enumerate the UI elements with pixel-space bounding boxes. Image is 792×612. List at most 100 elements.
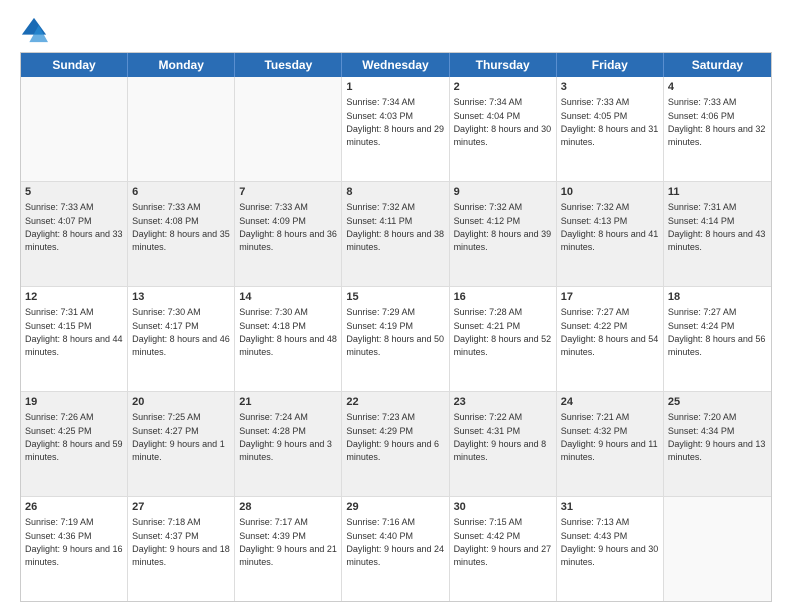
- cell-info: Sunrise: 7:17 AM Sunset: 4:39 PM Dayligh…: [239, 517, 337, 567]
- cell-info: Sunrise: 7:33 AM Sunset: 4:06 PM Dayligh…: [668, 97, 766, 147]
- day-number: 30: [454, 500, 552, 514]
- calendar-cell-22: 22Sunrise: 7:23 AM Sunset: 4:29 PM Dayli…: [342, 392, 449, 496]
- calendar-cell-10: 10 Sunrise: 7:32 AM Sunset: 4:13 PM Dayli…: [557, 182, 664, 286]
- cell-info: Sunrise: 7:32 AM Sunset: 4:12 PM Dayligh…: [454, 202, 552, 252]
- calendar-cell-4: 4 Sunrise: 7:33 AM Sunset: 4:06 PM Daylig…: [664, 77, 771, 181]
- cell-info: Sunrise: 7:23 AM Sunset: 4:29 PM Dayligh…: [346, 412, 439, 462]
- calendar-row-2: 12 Sunrise: 7:31 AM Sunset: 4:15 PM Dayli…: [21, 287, 771, 392]
- day-number: 3: [561, 80, 659, 94]
- cell-info: Sunrise: 7:32 AM Sunset: 4:11 PM Dayligh…: [346, 202, 444, 252]
- day-number: 9: [454, 185, 552, 199]
- logo-icon: [20, 16, 48, 44]
- calendar-cell-11: 11Sunrise: 7:31 AM Sunset: 4:14 PM Dayli…: [664, 182, 771, 286]
- day-number: 14: [239, 290, 337, 304]
- day-number: 21: [239, 395, 337, 409]
- calendar-row-1: 5 Sunrise: 7:33 AM Sunset: 4:07 PM Daylig…: [21, 182, 771, 287]
- calendar-cell-26: 26 Sunrise: 7:19 AM Sunset: 4:36 PM Dayli…: [21, 497, 128, 601]
- cell-info: Sunrise: 7:22 AM Sunset: 4:31 PM Dayligh…: [454, 412, 547, 462]
- day-number: 20: [132, 395, 230, 409]
- cell-info: Sunrise: 7:33 AM Sunset: 4:07 PM Dayligh…: [25, 202, 123, 252]
- calendar-cell-empty-0-0: [21, 77, 128, 181]
- day-number: 26: [25, 500, 123, 514]
- cell-info: Sunrise: 7:18 AM Sunset: 4:37 PM Dayligh…: [132, 517, 230, 567]
- day-number: 8: [346, 185, 444, 199]
- calendar-cell-25: 25 Sunrise: 7:20 AM Sunset: 4:34 PM Dayli…: [664, 392, 771, 496]
- calendar-cell-23: 23Sunrise: 7:22 AM Sunset: 4:31 PM Dayli…: [450, 392, 557, 496]
- calendar-cell-7: 7 Sunrise: 7:33 AM Sunset: 4:09 PM Daylig…: [235, 182, 342, 286]
- cell-info: Sunrise: 7:20 AM Sunset: 4:34 PM Dayligh…: [668, 412, 766, 462]
- cell-info: Sunrise: 7:34 AM Sunset: 4:03 PM Dayligh…: [346, 97, 444, 147]
- calendar-cell-9: 9 Sunrise: 7:32 AM Sunset: 4:12 PM Daylig…: [450, 182, 557, 286]
- logo: [20, 16, 52, 44]
- day-number: 15: [346, 290, 444, 304]
- calendar-cell-15: 15 Sunrise: 7:29 AM Sunset: 4:19 PM Dayli…: [342, 287, 449, 391]
- header-day-saturday: Saturday: [664, 53, 771, 77]
- calendar-cell-14: 14 Sunrise: 7:30 AM Sunset: 4:18 PM Dayli…: [235, 287, 342, 391]
- cell-info: Sunrise: 7:30 AM Sunset: 4:17 PM Dayligh…: [132, 307, 230, 357]
- calendar-cell-19: 19 Sunrise: 7:26 AM Sunset: 4:25 PM Dayli…: [21, 392, 128, 496]
- calendar-cell-2: 2 Sunrise: 7:34 AM Sunset: 4:04 PM Daylig…: [450, 77, 557, 181]
- calendar-cell-6: 6 Sunrise: 7:33 AM Sunset: 4:08 PM Daylig…: [128, 182, 235, 286]
- day-number: 6: [132, 185, 230, 199]
- cell-info: Sunrise: 7:34 AM Sunset: 4:04 PM Dayligh…: [454, 97, 552, 147]
- calendar-row-3: 19 Sunrise: 7:26 AM Sunset: 4:25 PM Dayli…: [21, 392, 771, 497]
- day-number: 18: [668, 290, 767, 304]
- cell-info: Sunrise: 7:29 AM Sunset: 4:19 PM Dayligh…: [346, 307, 444, 357]
- calendar-cell-18: 18Sunrise: 7:27 AM Sunset: 4:24 PM Dayli…: [664, 287, 771, 391]
- cell-info: Sunrise: 7:27 AM Sunset: 4:22 PM Dayligh…: [561, 307, 659, 357]
- calendar-cell-21: 21 Sunrise: 7:24 AM Sunset: 4:28 PM Dayli…: [235, 392, 342, 496]
- header-day-friday: Friday: [557, 53, 664, 77]
- cell-info: Sunrise: 7:32 AM Sunset: 4:13 PM Dayligh…: [561, 202, 659, 252]
- calendar-cell-29: 29Sunrise: 7:16 AM Sunset: 4:40 PM Dayli…: [342, 497, 449, 601]
- calendar-cell-1: 1 Sunrise: 7:34 AM Sunset: 4:03 PM Daylig…: [342, 77, 449, 181]
- day-number: 25: [668, 395, 767, 409]
- header-day-sunday: Sunday: [21, 53, 128, 77]
- day-number: 5: [25, 185, 123, 199]
- calendar-cell-27: 27 Sunrise: 7:18 AM Sunset: 4:37 PM Dayli…: [128, 497, 235, 601]
- day-number: 4: [668, 80, 767, 94]
- cell-info: Sunrise: 7:19 AM Sunset: 4:36 PM Dayligh…: [25, 517, 123, 567]
- cell-info: Sunrise: 7:15 AM Sunset: 4:42 PM Dayligh…: [454, 517, 552, 567]
- calendar-row-4: 26 Sunrise: 7:19 AM Sunset: 4:36 PM Dayli…: [21, 497, 771, 601]
- cell-info: Sunrise: 7:30 AM Sunset: 4:18 PM Dayligh…: [239, 307, 337, 357]
- header: [20, 16, 772, 44]
- day-number: 13: [132, 290, 230, 304]
- calendar-cell-3: 3 Sunrise: 7:33 AM Sunset: 4:05 PM Daylig…: [557, 77, 664, 181]
- cell-info: Sunrise: 7:25 AM Sunset: 4:27 PM Dayligh…: [132, 412, 225, 462]
- calendar-cell-empty-0-1: [128, 77, 235, 181]
- calendar-row-0: 1 Sunrise: 7:34 AM Sunset: 4:03 PM Daylig…: [21, 77, 771, 182]
- calendar-cell-17: 17 Sunrise: 7:27 AM Sunset: 4:22 PM Dayli…: [557, 287, 664, 391]
- calendar-cell-31: 31 Sunrise: 7:13 AM Sunset: 4:43 PM Dayli…: [557, 497, 664, 601]
- cell-info: Sunrise: 7:21 AM Sunset: 4:32 PM Dayligh…: [561, 412, 658, 462]
- cell-info: Sunrise: 7:33 AM Sunset: 4:08 PM Dayligh…: [132, 202, 230, 252]
- calendar-cell-28: 28 Sunrise: 7:17 AM Sunset: 4:39 PM Dayli…: [235, 497, 342, 601]
- day-number: 12: [25, 290, 123, 304]
- day-number: 28: [239, 500, 337, 514]
- cell-info: Sunrise: 7:13 AM Sunset: 4:43 PM Dayligh…: [561, 517, 659, 567]
- calendar-cell-8: 8 Sunrise: 7:32 AM Sunset: 4:11 PM Daylig…: [342, 182, 449, 286]
- calendar-cell-5: 5 Sunrise: 7:33 AM Sunset: 4:07 PM Daylig…: [21, 182, 128, 286]
- cell-info: Sunrise: 7:33 AM Sunset: 4:09 PM Dayligh…: [239, 202, 337, 252]
- day-number: 10: [561, 185, 659, 199]
- page: SundayMondayTuesdayWednesdayThursdayFrid…: [0, 0, 792, 612]
- cell-info: Sunrise: 7:26 AM Sunset: 4:25 PM Dayligh…: [25, 412, 123, 462]
- cell-info: Sunrise: 7:31 AM Sunset: 4:15 PM Dayligh…: [25, 307, 123, 357]
- day-number: 29: [346, 500, 444, 514]
- day-number: 17: [561, 290, 659, 304]
- day-number: 31: [561, 500, 659, 514]
- cell-info: Sunrise: 7:28 AM Sunset: 4:21 PM Dayligh…: [454, 307, 552, 357]
- header-day-wednesday: Wednesday: [342, 53, 449, 77]
- day-number: 2: [454, 80, 552, 94]
- calendar-cell-20: 20 Sunrise: 7:25 AM Sunset: 4:27 PM Dayli…: [128, 392, 235, 496]
- day-number: 11: [668, 185, 767, 199]
- day-number: 16: [454, 290, 552, 304]
- day-number: 24: [561, 395, 659, 409]
- calendar-cell-24: 24 Sunrise: 7:21 AM Sunset: 4:32 PM Dayli…: [557, 392, 664, 496]
- day-number: 7: [239, 185, 337, 199]
- day-number: 1: [346, 80, 444, 94]
- cell-info: Sunrise: 7:33 AM Sunset: 4:05 PM Dayligh…: [561, 97, 659, 147]
- day-number: 19: [25, 395, 123, 409]
- cell-info: Sunrise: 7:24 AM Sunset: 4:28 PM Dayligh…: [239, 412, 332, 462]
- calendar-cell-12: 12 Sunrise: 7:31 AM Sunset: 4:15 PM Dayli…: [21, 287, 128, 391]
- day-number: 27: [132, 500, 230, 514]
